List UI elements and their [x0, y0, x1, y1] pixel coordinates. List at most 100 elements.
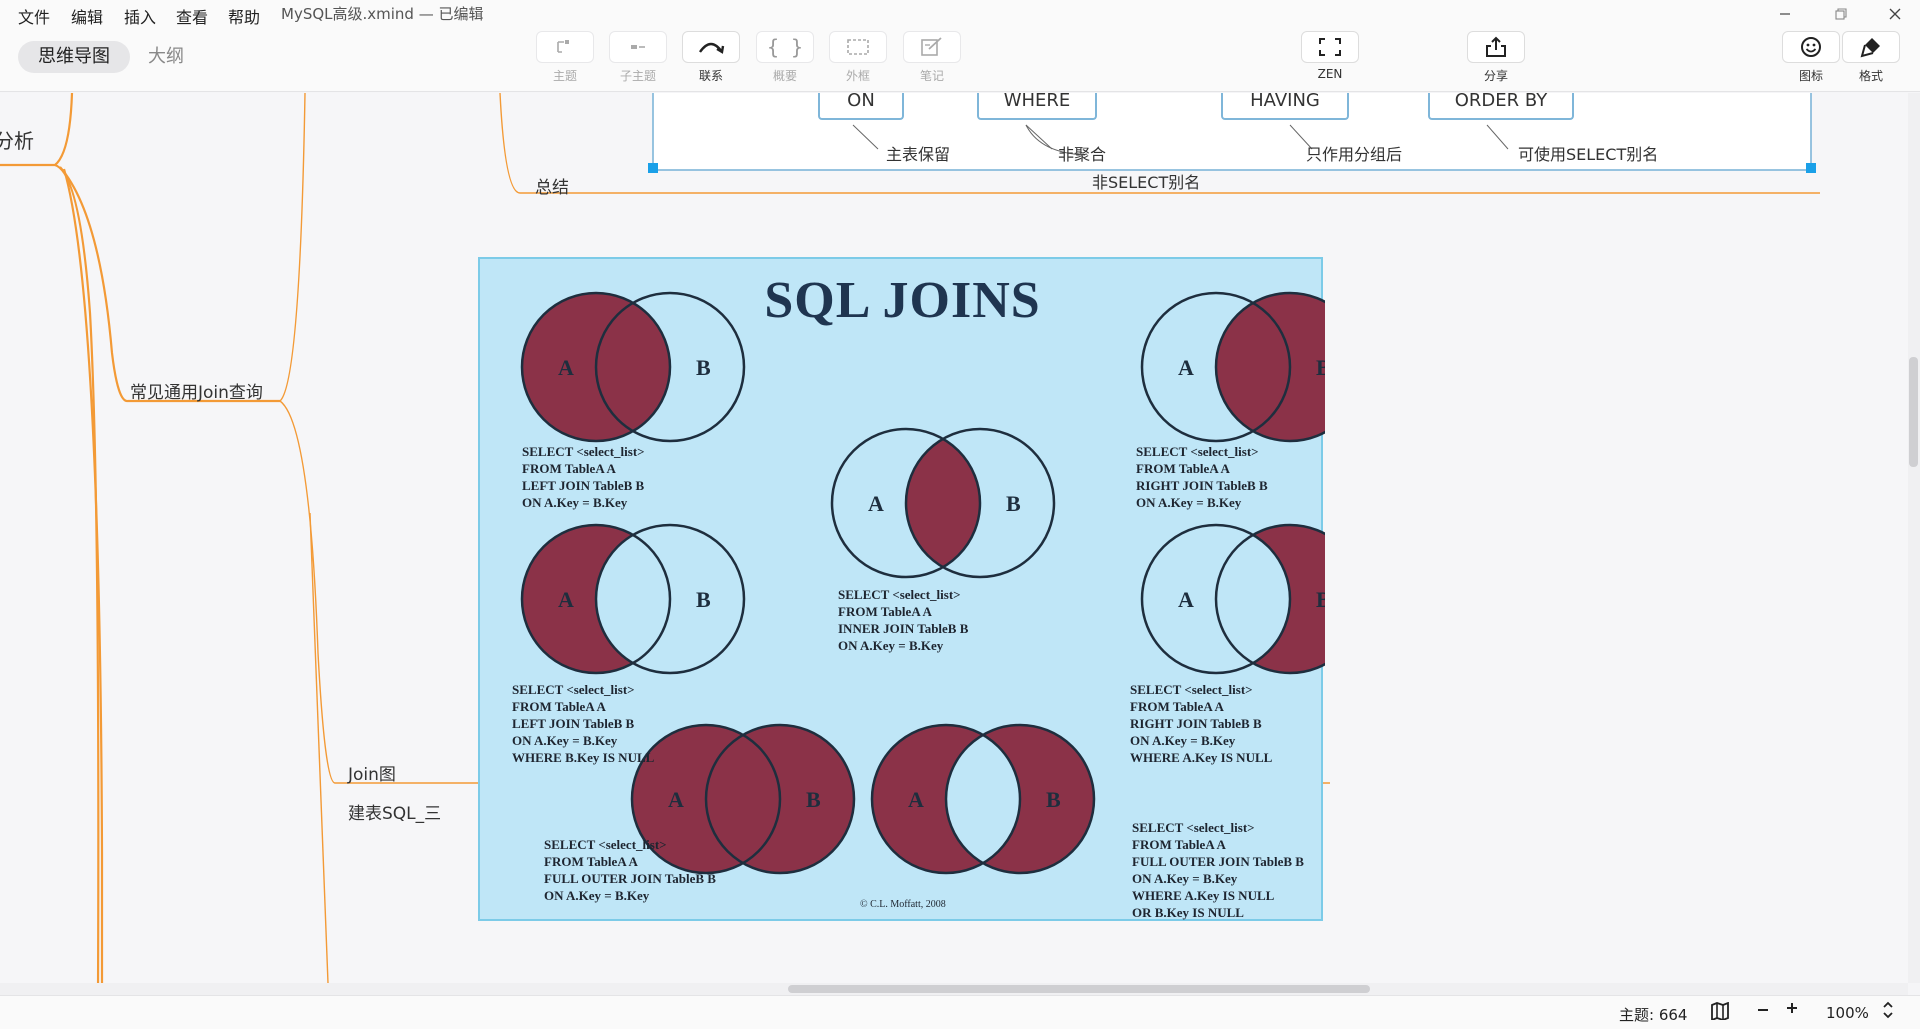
status-bar: 主题: 664 100% — [0, 995, 1920, 1029]
label-a: A — [1178, 355, 1194, 380]
subtopic-label: 子主题 — [619, 69, 656, 83]
minus-icon — [1758, 1009, 1768, 1011]
relation-icon — [699, 42, 725, 54]
label-a: A — [558, 587, 574, 612]
minimize-button[interactable] — [1770, 3, 1800, 25]
label-a: A — [668, 787, 684, 812]
vertical-scroll-thumb[interactable] — [1909, 357, 1918, 467]
keyword-order-by[interactable]: ORDER BY — [1428, 93, 1574, 120]
paintbrush-icon — [1860, 38, 1880, 58]
menu-help[interactable]: 帮助 — [228, 4, 260, 28]
venn-inner-join: AB — [830, 427, 1056, 579]
note-non-aggregate[interactable]: 非聚合 — [1058, 141, 1106, 165]
keyword-where[interactable]: WHERE — [977, 93, 1097, 120]
smiley-icon — [1801, 37, 1821, 57]
tab-mindmap[interactable]: 思维导图 — [18, 41, 130, 73]
icons-label: 图标 — [1798, 69, 1823, 83]
menu-bar: 文件 编辑 插入 查看 帮助 MySQL高级.xmind — 已编辑 — [0, 0, 1920, 28]
note-icon — [921, 37, 942, 56]
menu-edit[interactable]: 编辑 — [71, 4, 103, 28]
zoom-in-button[interactable] — [1785, 1001, 1799, 1019]
menu-file[interactable]: 文件 — [18, 4, 50, 28]
share-label: 分享 — [1483, 69, 1508, 83]
left-exclusive-join-sql: SELECT <select_list> FROM TableA A LEFT … — [512, 682, 655, 765]
summary-label: 概要 — [772, 69, 797, 83]
label-b: B — [1316, 355, 1325, 380]
summary-button[interactable]: { } 概要 — [755, 31, 815, 84]
boundary-label: 外框 — [845, 69, 870, 83]
format-label: 格式 — [1858, 69, 1883, 83]
topic-count: 主题: 664 — [1619, 1006, 1688, 1024]
right-join-sql: SELECT <select_list> FROM TableA A RIGHT… — [1136, 444, 1268, 510]
topic-join-diagram[interactable]: Join图 — [348, 760, 396, 785]
topic-common-join-queries[interactable]: 常见通用Join查询 — [130, 378, 263, 403]
venn-full-outer-exclusive: AB — [870, 723, 1096, 875]
braces-icon: { } — [766, 35, 804, 59]
zoom-out-button[interactable] — [1756, 1001, 1770, 1022]
full-outer-join-sql: SELECT <select_list> FROM TableA A FULL … — [544, 837, 716, 903]
share-icon — [1486, 36, 1506, 57]
close-button[interactable] — [1880, 3, 1910, 25]
restore-button[interactable] — [1826, 3, 1856, 25]
tab-outline[interactable]: 大纲 — [128, 41, 204, 73]
fullscreen-icon — [1319, 38, 1341, 56]
zen-button[interactable]: ZEN — [1300, 31, 1360, 81]
topic-icon — [557, 40, 569, 53]
boundary-button[interactable]: 外框 — [828, 31, 888, 84]
note-select-alias-allowed[interactable]: 可使用SELECT别名 — [1518, 141, 1658, 165]
left-join-sql: SELECT <select_list> FROM TableA A LEFT … — [522, 444, 645, 510]
note-button[interactable]: 笔记 — [902, 31, 962, 84]
document-title: MySQL高级.xmind — 已编辑 — [281, 5, 484, 23]
subtopic-icon — [631, 45, 645, 49]
plus-icon — [1787, 1003, 1797, 1013]
menu-view[interactable]: 查看 — [176, 4, 208, 28]
note-label: 笔记 — [919, 69, 944, 83]
close-icon — [1889, 8, 1901, 20]
selection-handle-left[interactable] — [648, 163, 658, 173]
minimize-icon — [1780, 13, 1790, 15]
label-a: A — [908, 787, 924, 812]
selection-handle-right[interactable] — [1806, 163, 1816, 173]
venn-right-exclusive: AB — [1140, 523, 1325, 675]
horizontal-scroll-thumb[interactable] — [788, 985, 1370, 993]
topic-analysis[interactable]: 分析 — [0, 125, 34, 154]
zoom-level[interactable]: 100% — [1826, 1004, 1869, 1022]
label-b: B — [806, 787, 821, 812]
sql-joins-image[interactable]: ABABABABABABAB SQL JOINS SELECT <select_… — [478, 257, 1325, 921]
zoom-stepper[interactable] — [1882, 1000, 1894, 1024]
zen-label: ZEN — [1317, 67, 1343, 81]
topic-summary[interactable]: 总结 — [535, 173, 569, 198]
joins-credit: © C.L. Moffatt, 2008 — [860, 899, 946, 910]
label-b: B — [1046, 787, 1061, 812]
subtopic-button[interactable]: 子主题 — [608, 31, 668, 84]
keyword-having[interactable]: HAVING — [1221, 93, 1349, 120]
mindmap-canvas[interactable]: ON WHERE HAVING ORDER BY 主表保留 非聚合 非SELEC… — [0, 93, 1908, 983]
restore-icon — [1835, 8, 1847, 20]
vertical-scrollbar[interactable] — [1908, 93, 1920, 983]
horizontal-scrollbar[interactable] — [0, 983, 1908, 995]
topic-label: 主题 — [552, 69, 577, 83]
joins-title: SQL JOINS — [764, 272, 1041, 329]
label-b: B — [696, 587, 711, 612]
map-view-button[interactable] — [1710, 1001, 1730, 1024]
boundary-icon — [847, 39, 869, 55]
keyword-on[interactable]: ON — [818, 93, 904, 120]
note-after-grouping[interactable]: 只作用分组后 — [1306, 141, 1402, 165]
book-map-icon — [1711, 1001, 1729, 1022]
right-exclusive-join-sql: SELECT <select_list> FROM TableA A RIGHT… — [1130, 682, 1273, 765]
label-a: A — [868, 491, 884, 516]
label-b: B — [1316, 587, 1325, 612]
note-keep-main-table[interactable]: 主表保留 — [886, 141, 950, 165]
share-button[interactable]: 分享 — [1466, 31, 1526, 84]
label-b: B — [696, 355, 711, 380]
venn-left-exclusive: AB — [520, 523, 746, 675]
note-non-select-alias[interactable]: 非SELECT别名 — [1092, 169, 1200, 193]
relation-button[interactable]: 联系 — [681, 31, 741, 84]
toolbar: 思维导图 大纲 主题 子主题 联系 { } 概要 外框 笔记 ZEN 分享 图标… — [0, 28, 1920, 92]
topic-create-table-sql[interactable]: 建表SQL_三 — [348, 799, 441, 824]
icons-button[interactable]: 图标 — [1781, 31, 1841, 84]
format-button[interactable]: 格式 — [1841, 31, 1901, 84]
label-a: A — [1178, 587, 1194, 612]
menu-insert[interactable]: 插入 — [124, 4, 156, 28]
topic-button[interactable]: 主题 — [535, 31, 595, 84]
